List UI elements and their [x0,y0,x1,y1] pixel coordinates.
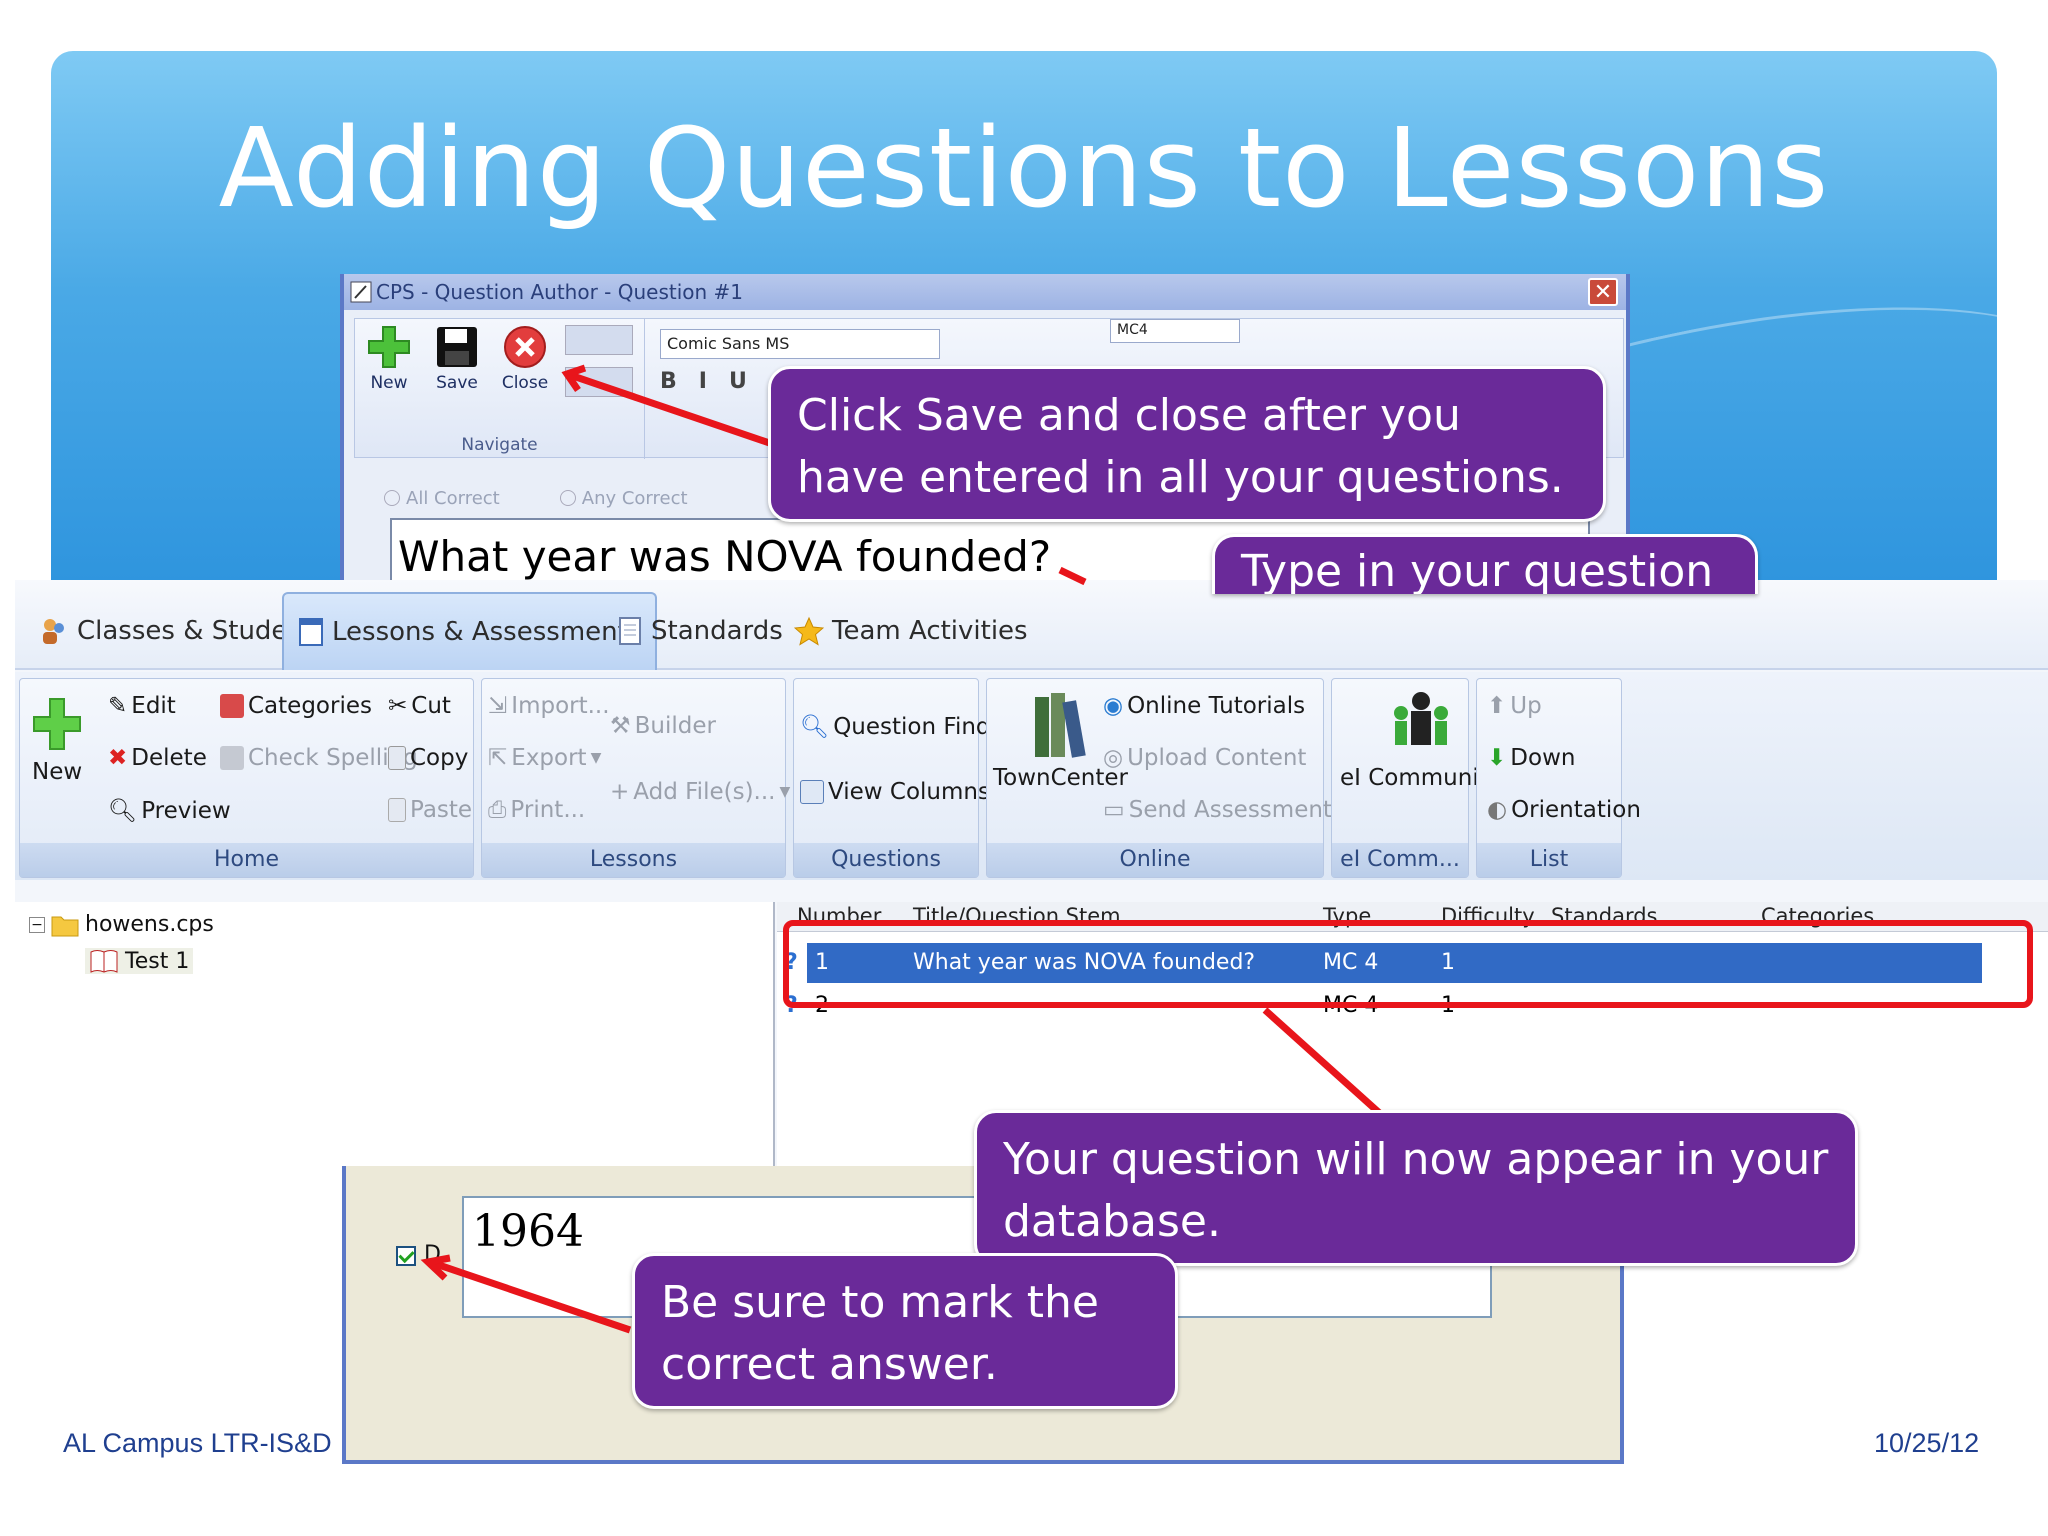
callout-appear-database: Your question will now appear in your da… [974,1110,1858,1266]
footer-right: 10/25/12 [1874,1428,1980,1458]
arrow-to-checkbox [428,1258,632,1334]
connector-to-grid [1262,1007,1388,1121]
arrow-to-close [568,371,792,454]
callout-mark-correct: Be sure to mark the correct answer. [632,1253,1178,1409]
callout-save-close: Click Save and close after you have ente… [768,366,1606,522]
footer-left: AL Campus LTR-IS&D [63,1428,332,1458]
callout-type-question: Type in your question [1212,534,1758,594]
